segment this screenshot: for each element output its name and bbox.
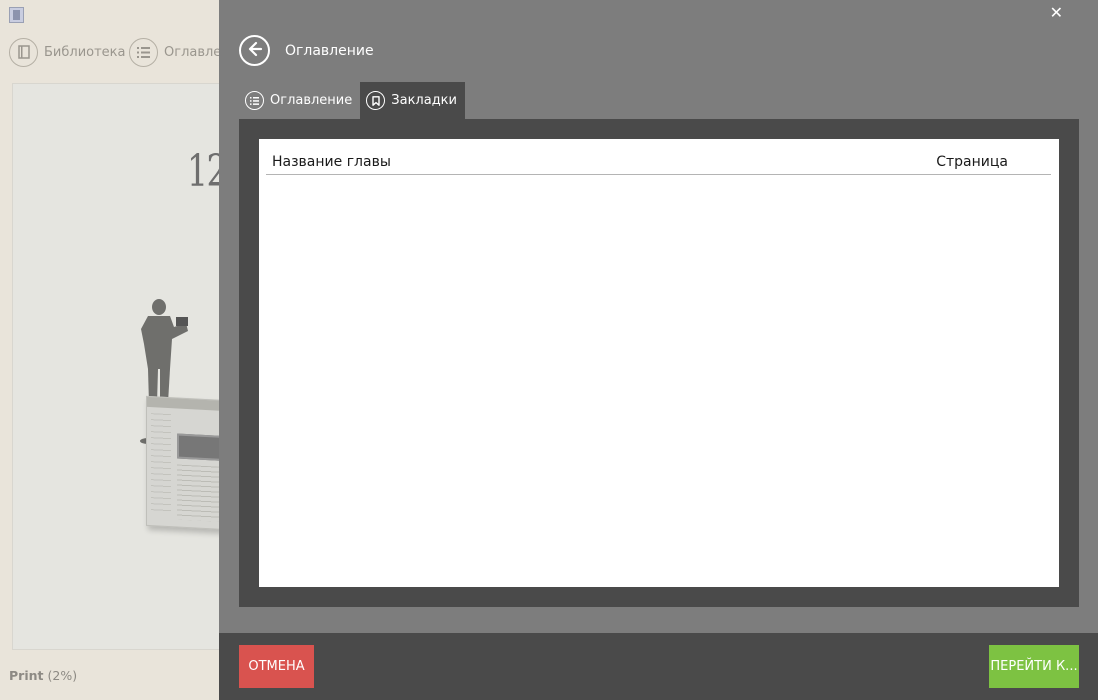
tab-contents-label: Оглавление — [270, 93, 353, 108]
dialog-footer: ОТМЕНА ПЕРЕЙТИ К... — [219, 633, 1098, 700]
app-icon — [9, 7, 24, 23]
library-button[interactable]: Библиотека — [9, 37, 126, 67]
column-header-page: Страница — [936, 154, 1008, 170]
tab-bookmarks-label: Закладки — [391, 93, 457, 108]
cancel-button[interactable]: ОТМЕНА — [239, 645, 314, 688]
library-label: Библиотека — [44, 44, 126, 60]
bookmarks-panel: Название главы Страница — [239, 119, 1079, 607]
format-label: Print — [9, 668, 44, 683]
toc-dialog: ✕ Оглавление Оглавление Закладки Названи… — [219, 0, 1098, 700]
arrow-left-icon — [247, 41, 263, 61]
book-icon — [9, 37, 38, 67]
list-icon — [245, 91, 264, 110]
close-icon[interactable]: ✕ — [1050, 3, 1063, 22]
back-button[interactable] — [239, 35, 270, 66]
progress-text: (2%) — [47, 668, 78, 683]
table-header: Название главы Страница — [266, 154, 1051, 175]
tab-contents[interactable]: Оглавление — [239, 82, 360, 119]
reading-status: Print (2%) — [9, 668, 77, 683]
tab-bookmarks[interactable]: Закладки — [360, 82, 465, 119]
column-header-chapter: Название главы — [272, 154, 391, 170]
bookmark-icon — [366, 91, 386, 110]
bookmarks-table: Название главы Страница — [259, 139, 1059, 587]
tab-bar: Оглавление Закладки — [239, 82, 465, 119]
toc-button[interactable]: Оглавлен — [129, 37, 230, 67]
list-icon — [129, 37, 158, 67]
book-page[interactable]: 12 — [12, 83, 266, 650]
go-to-button[interactable]: ПЕРЕЙТИ К... — [989, 645, 1079, 688]
dialog-title: Оглавление — [285, 43, 374, 59]
